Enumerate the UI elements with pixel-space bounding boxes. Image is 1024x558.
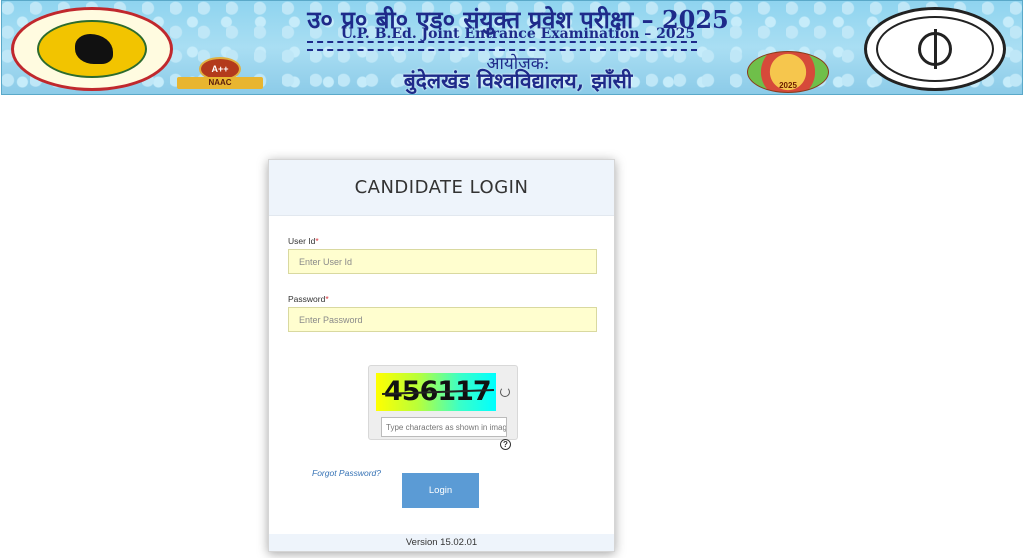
captcha-image: 456117 [376,373,496,411]
password-label: Password* [288,294,329,304]
user-id-label: User Id* [288,236,319,246]
login-title: CANDIDATE LOGIN [354,177,529,198]
login-card: CANDIDATE LOGIN User Id* Password* 45611… [268,159,615,552]
up-government-logo [864,7,1006,91]
refresh-captcha-icon[interactable] [500,387,510,397]
exam-year-label: 2025 [779,81,797,90]
login-button[interactable]: Login [402,473,479,508]
password-input[interactable] [288,307,597,332]
user-id-input[interactable] [288,249,597,274]
forgot-password-link[interactable]: Forgot Password? [312,468,381,478]
captcha-panel: 456117 [368,365,518,440]
university-logo [11,7,173,91]
exam-title-english: U.P. B.Ed. Joint Entrance Examination – … [340,26,696,42]
header-divider [307,41,697,51]
version-footer: Version 15.02.01 [269,534,614,551]
page: A++ NAAC उ० प्र० बी० एड० संयुक्त प्रवेश … [0,0,1024,558]
exam-year-badge: 2025 [747,51,829,93]
university-name: बुंदेलखंड विश्वविद्यालय, झाँसी [403,68,633,93]
header-banner: A++ NAAC उ० प्र० बी० एड० संयुक्त प्रवेश … [1,0,1023,95]
required-marker: * [315,236,319,246]
required-marker: * [325,294,329,304]
help-icon[interactable]: ? [500,439,511,450]
captcha-input[interactable] [381,417,507,437]
login-card-header: CANDIDATE LOGIN [269,160,614,216]
